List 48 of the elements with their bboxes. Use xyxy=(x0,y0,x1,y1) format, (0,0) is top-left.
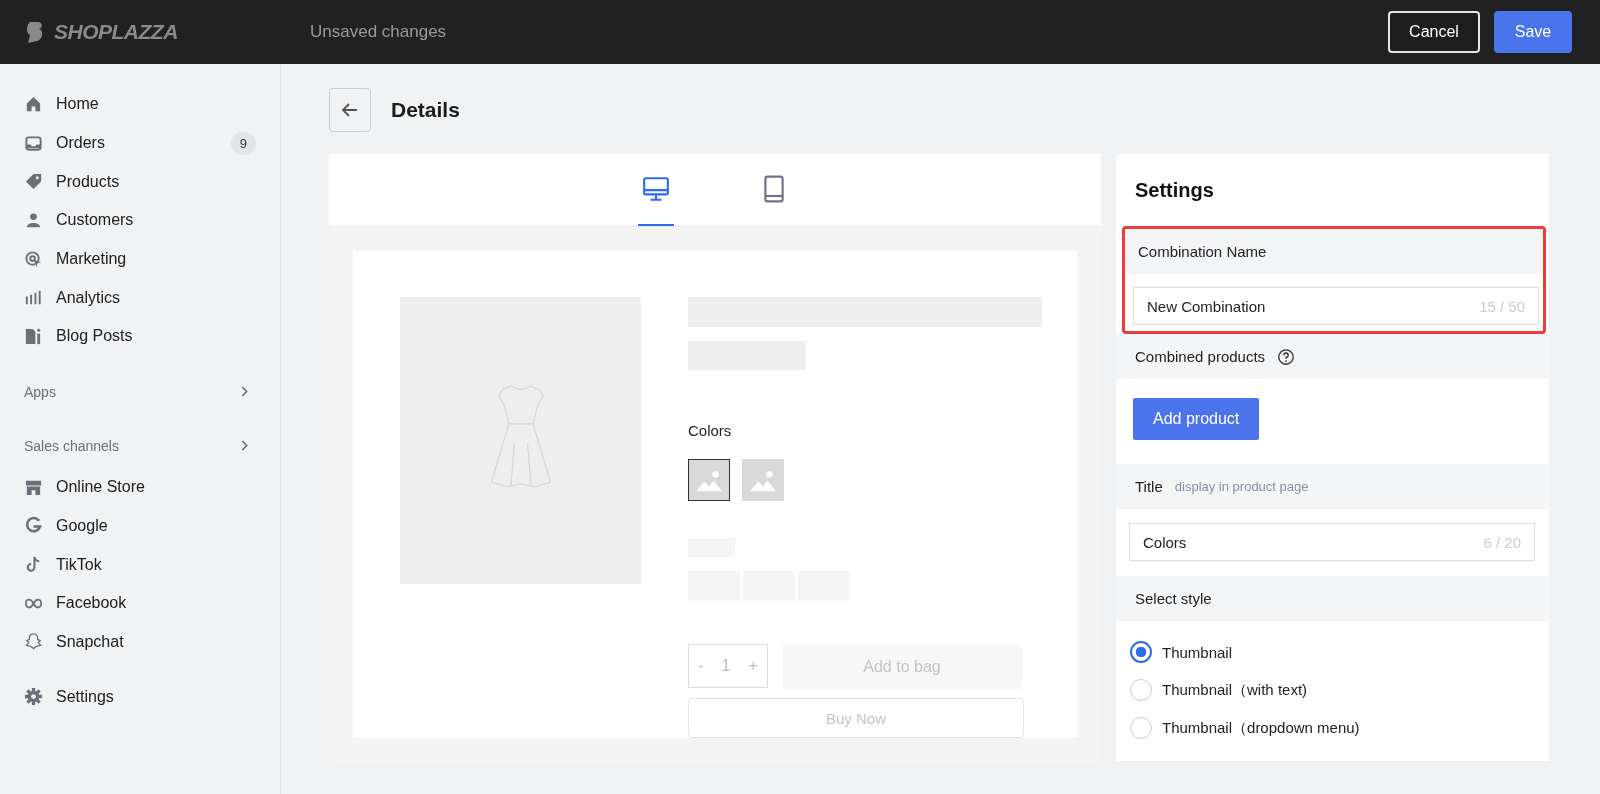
nav-item[interactable]: Home xyxy=(24,85,280,124)
nav-item[interactable]: Online Store xyxy=(24,467,280,507)
field-label: Select style xyxy=(1135,590,1212,607)
field-label: Combined products xyxy=(1135,348,1266,365)
radio-button[interactable] xyxy=(1130,641,1152,663)
section-header[interactable]: Apps xyxy=(24,373,280,410)
swatch-thumbnail[interactable] xyxy=(742,459,784,502)
page-title: Details xyxy=(391,98,460,122)
ghost-icon xyxy=(24,632,43,652)
inbox-icon xyxy=(24,133,43,153)
option-label: Colors xyxy=(688,422,733,440)
cancel-button[interactable]: Cancel xyxy=(1388,11,1480,53)
nav-item[interactable]: Settings xyxy=(24,677,280,716)
blog-icon xyxy=(24,326,43,346)
help-icon[interactable] xyxy=(1277,347,1296,366)
radio-option[interactable]: Thumbnail（dropdown menu) xyxy=(1130,717,1535,739)
nav-item[interactable]: TikTok xyxy=(24,545,280,584)
nav-item[interactable]: Snapchat xyxy=(24,622,280,662)
nav-item[interactable]: Facebook xyxy=(24,583,280,623)
nav-item[interactable]: Marketing xyxy=(24,239,280,279)
chevron-right-icon xyxy=(239,440,250,452)
swatch-thumbnail[interactable] xyxy=(688,459,730,502)
nav-item[interactable]: Orders 9 xyxy=(24,123,280,163)
chevron-right-icon xyxy=(239,386,250,398)
nav-item[interactable]: Customers xyxy=(24,201,280,240)
nav-item[interactable]: Products xyxy=(24,162,280,202)
nav-item[interactable]: Blog Posts xyxy=(24,317,280,356)
save-button[interactable]: Save xyxy=(1494,11,1572,53)
field-label: Combination Name xyxy=(1138,243,1267,260)
radio-option[interactable]: Thumbnail xyxy=(1130,641,1535,663)
person-icon xyxy=(24,210,43,230)
panel-title: Settings xyxy=(1134,177,1215,203)
nav-item[interactable]: Google xyxy=(24,506,280,546)
field-label: Title xyxy=(1135,478,1163,495)
nav-item[interactable]: Analytics xyxy=(24,278,280,318)
home-icon xyxy=(24,94,43,114)
radio-option[interactable]: Thumbnail（with text) xyxy=(1130,679,1535,701)
tag-icon xyxy=(24,172,43,192)
count-badge: 9 xyxy=(230,131,256,155)
desktop-icon xyxy=(642,175,670,203)
status-text: Unsaved changes xyxy=(310,22,448,42)
add-product-button[interactable]: Add product xyxy=(1133,398,1260,440)
back-button[interactable] xyxy=(329,88,371,132)
target-cursor-icon xyxy=(24,249,43,269)
section-header[interactable]: Sales channels xyxy=(24,427,280,464)
logo-text: SHOPLAZZA xyxy=(54,20,178,44)
field-hint: display in product page xyxy=(1174,479,1309,494)
settings-icon xyxy=(24,687,43,707)
